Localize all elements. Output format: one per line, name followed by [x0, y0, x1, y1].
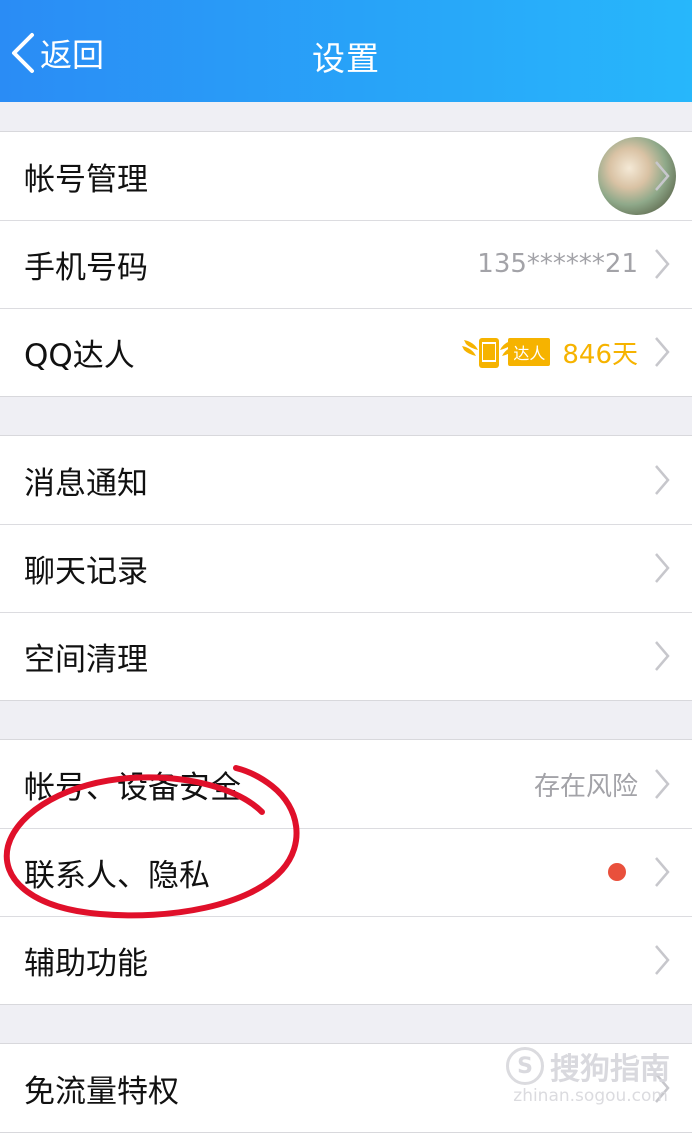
- sogou-logo-icon: S: [506, 1047, 544, 1085]
- navigation-bar: 返回 设置: [0, 0, 692, 102]
- row-storage-cleanup[interactable]: 空间清理: [0, 612, 692, 700]
- daren-badge: 达人: [462, 332, 551, 372]
- watermark-url: zhinan.sogou.com: [513, 1086, 668, 1106]
- watermark-text: 搜狗指南: [550, 1052, 670, 1087]
- chevron-right-icon: [655, 945, 670, 975]
- row-chat-history[interactable]: 聊天记录: [0, 524, 692, 612]
- chevron-right-icon: [655, 641, 670, 671]
- row-account-management[interactable]: 帐号管理: [0, 132, 692, 220]
- new-indicator-dot: [608, 863, 626, 881]
- phone-value: 135******21: [477, 249, 638, 279]
- watermark: S 搜狗指南: [506, 1044, 670, 1088]
- row-label: 消息通知: [24, 465, 148, 502]
- row-label: 辅助功能: [24, 945, 148, 982]
- daren-badge-label: 达人: [508, 338, 551, 366]
- row-label: 帐号、设备安全: [24, 769, 241, 806]
- row-label: 联系人、隐私: [24, 857, 210, 894]
- chevron-right-icon: [655, 769, 670, 799]
- chevron-right-icon: [655, 249, 670, 279]
- settings-group-account: 帐号管理 手机号码 135******21 QQ达人 达人 846天: [0, 131, 692, 397]
- chevron-right-icon: [655, 465, 670, 495]
- row-message-notifications[interactable]: 消息通知: [0, 436, 692, 524]
- row-label: QQ达人: [24, 337, 135, 374]
- chevron-right-icon: [655, 161, 670, 191]
- security-status-value: 存在风险: [533, 771, 638, 802]
- row-qq-daren[interactable]: QQ达人 达人 846天: [0, 308, 692, 396]
- row-label: 空间清理: [24, 641, 148, 678]
- row-accessibility[interactable]: 辅助功能: [0, 916, 692, 1004]
- chevron-right-icon: [655, 857, 670, 887]
- row-label: 免流量特权: [24, 1073, 179, 1110]
- row-phone-number[interactable]: 手机号码 135******21: [0, 220, 692, 308]
- chevron-right-icon: [655, 553, 670, 583]
- row-label: 帐号管理: [24, 161, 148, 198]
- row-account-device-security[interactable]: 帐号、设备安全 存在风险: [0, 740, 692, 828]
- page-title: 设置: [312, 39, 380, 78]
- settings-group-security: 帐号、设备安全 存在风险 联系人、隐私 辅助功能: [0, 739, 692, 1005]
- row-label: 手机号码: [24, 249, 148, 286]
- row-contacts-privacy[interactable]: 联系人、隐私: [0, 828, 692, 916]
- chevron-right-icon: [655, 337, 670, 367]
- daren-days-value: 846天: [562, 339, 638, 370]
- settings-group-general: 消息通知 聊天记录 空间清理: [0, 435, 692, 701]
- row-label: 聊天记录: [24, 553, 148, 590]
